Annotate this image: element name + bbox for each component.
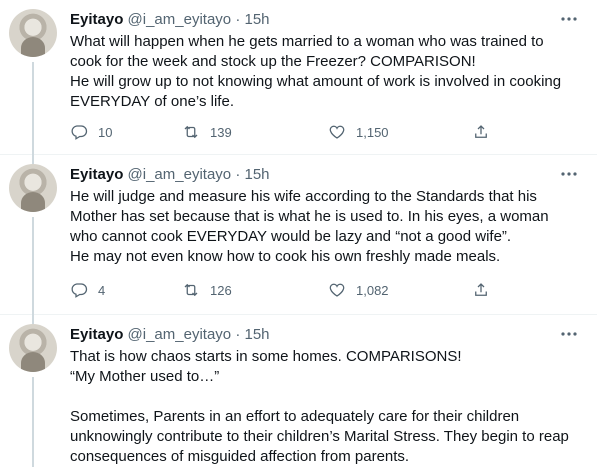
tweet-text-line: unknowingly contribute to their children… xyxy=(70,428,569,445)
retweet-icon xyxy=(184,283,198,297)
author-name[interactable]: Eyitayo xyxy=(70,166,123,183)
avatar[interactable] xyxy=(9,324,57,372)
tweet-text-line: Mother has set because that is what he i… xyxy=(70,208,549,225)
share-button[interactable] xyxy=(472,122,490,142)
retweet-button[interactable]: 139 xyxy=(182,122,232,142)
separator-dot: · xyxy=(235,11,241,28)
timestamp[interactable]: 15h xyxy=(244,326,269,343)
tweet[interactable]: Eyitayo @i_am_eyitayo · 15h He will judg… xyxy=(0,155,597,324)
heart-icon xyxy=(329,283,345,297)
share-icon xyxy=(475,283,487,296)
tweet-text-line: What will happen when he gets married to… xyxy=(70,33,544,50)
tweet-text-line: He may not even know how to cook his own… xyxy=(70,248,501,265)
like-button[interactable]: 1,150 xyxy=(328,122,389,142)
tweet-text-line: consequences of misguided affection from… xyxy=(70,448,410,465)
reply-count: 4 xyxy=(98,282,106,298)
timestamp[interactable]: 15h xyxy=(244,166,269,183)
tweet-text: What will happen when he gets married to… xyxy=(70,32,580,112)
separator-dot: · xyxy=(235,166,241,183)
author-name[interactable]: Eyitayo xyxy=(70,11,123,28)
thread-line xyxy=(32,62,34,164)
retweet-count: 139 xyxy=(210,124,232,140)
tweet-text-line: He will grow up to not knowing what amou… xyxy=(70,73,562,90)
share-button[interactable] xyxy=(472,280,490,300)
tweet-text: He will judge and measure his wife accor… xyxy=(70,187,580,267)
like-count: 1,150 xyxy=(356,124,389,140)
author-handle[interactable]: @i_am_eyitayo xyxy=(128,326,232,343)
tweet-text-line: cook for the week and stock up the Freez… xyxy=(70,53,476,70)
tweet-text-line: “My Mother used to…” xyxy=(70,368,220,385)
avatar[interactable] xyxy=(9,164,57,212)
tweet-header: Eyitayo @i_am_eyitayo · 15h xyxy=(70,10,270,30)
tweet-text: That is how chaos starts in some homes. … xyxy=(70,347,580,467)
tweet-actions: 10 139 1,150 xyxy=(62,122,522,142)
thread-line xyxy=(32,377,34,467)
reply-icon xyxy=(71,283,88,298)
more-icon[interactable] xyxy=(561,167,577,181)
reply-button[interactable]: 10 xyxy=(70,122,112,142)
retweet-icon xyxy=(184,125,198,139)
reply-button[interactable]: 4 xyxy=(70,280,105,300)
retweet-button[interactable]: 126 xyxy=(182,280,232,300)
author-handle[interactable]: @i_am_eyitayo xyxy=(128,166,232,183)
tweet-text-line: EVERYDAY of one’s life. xyxy=(70,93,234,110)
tweet-text-line: Sometimes, Parents in an effort to adequ… xyxy=(70,408,520,425)
like-button[interactable]: 1,082 xyxy=(328,280,389,300)
more-icon[interactable] xyxy=(561,12,577,26)
reply-icon xyxy=(71,125,88,140)
timestamp[interactable]: 15h xyxy=(244,11,269,28)
avatar[interactable] xyxy=(9,9,57,57)
tweet-text-line: He will judge and measure his wife accor… xyxy=(70,188,537,205)
heart-icon xyxy=(329,125,345,139)
more-icon[interactable] xyxy=(561,327,577,341)
separator-dot: · xyxy=(235,326,241,343)
tweet[interactable]: Eyitayo @i_am_eyitayo · 15h What will ha… xyxy=(0,0,597,164)
author-handle[interactable]: @i_am_eyitayo xyxy=(128,11,232,28)
tweet-text-line: That is how chaos starts in some homes. … xyxy=(70,348,462,365)
tweet-header: Eyitayo @i_am_eyitayo · 15h xyxy=(70,325,270,345)
author-name[interactable]: Eyitayo xyxy=(70,326,123,343)
reply-count: 10 xyxy=(98,124,113,140)
like-count: 1,082 xyxy=(356,282,389,298)
tweet-text-line xyxy=(70,387,580,407)
tweet[interactable]: Eyitayo @i_am_eyitayo · 15h That is how … xyxy=(0,315,597,467)
thread-line xyxy=(32,217,34,324)
tweet-text-line: who cannot cook EVERYDAY would be lazy a… xyxy=(70,228,512,245)
share-icon xyxy=(475,125,487,138)
retweet-count: 126 xyxy=(210,282,232,298)
tweet-header: Eyitayo @i_am_eyitayo · 15h xyxy=(70,165,270,185)
tweet-actions: 4 126 1,082 xyxy=(62,280,522,300)
